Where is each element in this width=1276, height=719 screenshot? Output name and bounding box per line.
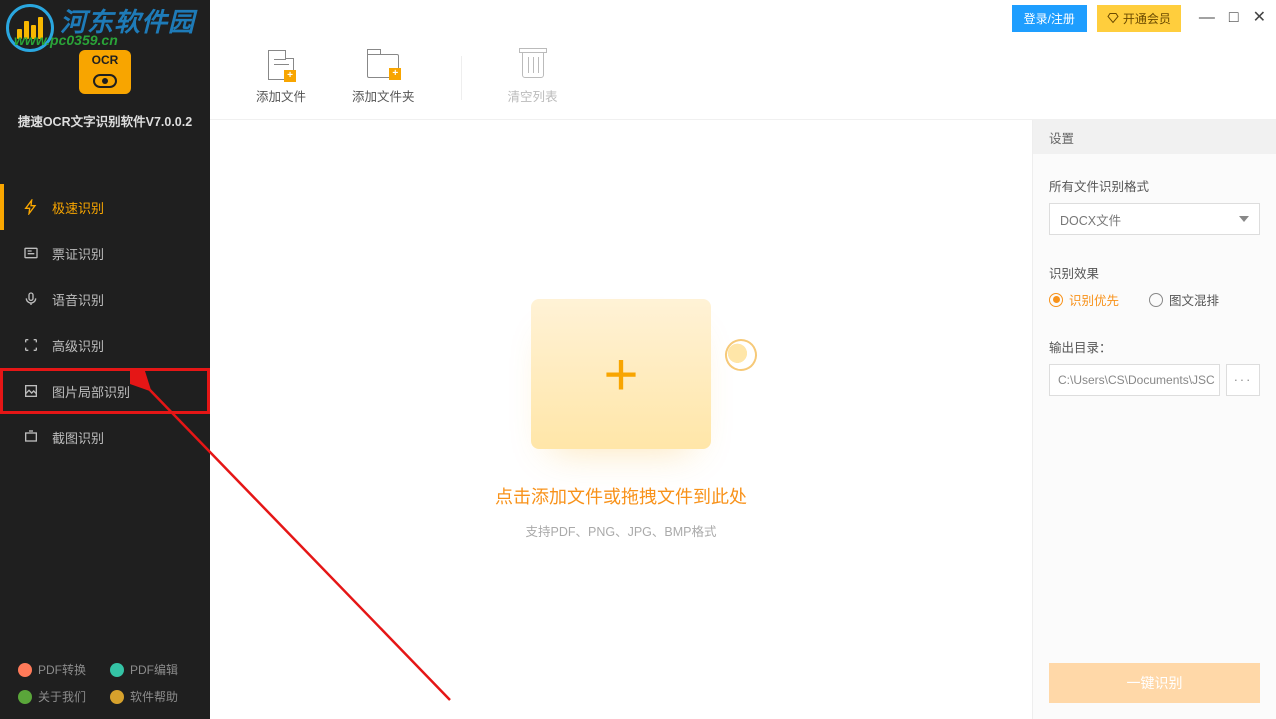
radio-mixed-layout[interactable]: 图文混排 [1149,290,1219,309]
sidebar-item-label: 票证识别 [52,244,104,263]
mic-icon [22,290,40,308]
clear-list-button[interactable]: 清空列表 [508,50,558,105]
watermark-url: www.pc0359.cn [14,32,118,48]
scan-icon [22,336,40,354]
add-folder-icon: + [366,50,400,80]
format-value: DOCX文件 [1060,210,1121,229]
format-select[interactable]: DOCX文件 [1049,203,1260,235]
minimize-button[interactable]: — [1199,10,1215,26]
sidebar-nav: 极速识别 票证识别 语音识别 高级识别 图片局部识别 [0,184,210,460]
app-version: 捷速OCR文字识别软件V7.0.0.2 [0,111,210,130]
diamond-icon [1107,12,1119,24]
sidebar-footer: PDF转换 PDF编辑 关于我们 软件帮助 [0,651,210,705]
sidebar-item-image-region-ocr[interactable]: 图片局部识别 [0,368,210,414]
image-crop-icon [22,382,40,400]
output-label: 输出目录： [1049,337,1260,356]
link-pdf-edit[interactable]: PDF编辑 [110,661,178,678]
settings-header: 设置 [1033,120,1276,154]
sidebar-item-label: 截图识别 [52,428,104,447]
sidebar-item-label: 极速识别 [52,198,104,217]
drop-subtitle: 支持PDF、PNG、JPG、BMP格式 [526,521,717,540]
screenshot-icon [22,428,40,446]
link-about[interactable]: 关于我们 [18,688,86,705]
sidebar-item-advanced-ocr[interactable]: 高级识别 [0,322,210,368]
sidebar-item-screenshot-ocr[interactable]: 截图识别 [0,414,210,460]
link-help[interactable]: 软件帮助 [110,688,178,705]
sidebar-item-label: 高级识别 [52,336,104,355]
plus-icon: + [603,340,638,409]
format-label: 所有文件识别格式 [1049,176,1260,195]
trash-icon [516,50,550,80]
toolbar-separator [461,56,462,100]
settings-panel: 设置 所有文件识别格式 DOCX文件 识别效果 识别优先 图文混排 输出目录： [1032,120,1276,719]
radio-recognition-priority[interactable]: 识别优先 [1049,290,1119,309]
run-ocr-button[interactable]: 一键识别 [1049,663,1260,703]
sidebar-item-label: 语音识别 [52,290,104,309]
drop-area[interactable]: + 点击添加文件或拖拽文件到此处 支持PDF、PNG、JPG、BMP格式 [210,120,1032,719]
sidebar: 捷速OCR文字识别软件V7.0.0.2 极速识别 票证识别 语音识别 高级识别 [0,0,210,719]
add-file-button[interactable]: + 添加文件 [256,50,306,105]
sidebar-item-ticket-ocr[interactable]: 票证识别 [0,230,210,276]
browse-button[interactable]: ··· [1226,364,1260,396]
drop-card: + [531,299,711,449]
sidebar-item-voice-ocr[interactable]: 语音识别 [0,276,210,322]
login-button[interactable]: 登录/注册 [1012,5,1087,32]
drop-title: 点击添加文件或拖拽文件到此处 [495,483,747,509]
link-pdf-convert[interactable]: PDF转换 [18,661,86,678]
toolbar: + 添加文件 + 添加文件夹 清空列表 [210,36,1276,120]
maximize-button[interactable]: □ [1229,10,1239,26]
watermark-overlay: 河东软件园 www.pc0359.cn [0,0,210,60]
add-file-icon: + [264,50,298,80]
titlebar: 登录/注册 开通会员 — □ ✕ [210,0,1276,36]
bolt-icon [22,198,40,216]
sidebar-item-fast-ocr[interactable]: 极速识别 [0,184,210,230]
sidebar-item-label: 图片局部识别 [52,382,130,401]
add-folder-button[interactable]: + 添加文件夹 [352,50,415,105]
chevron-down-icon [1239,216,1249,222]
ticket-icon [22,244,40,262]
effect-label: 识别效果 [1049,263,1260,282]
main-area: 登录/注册 开通会员 — □ ✕ + 添加文件 + 添加文件夹 清空列表 + [210,0,1276,719]
output-path-input[interactable]: C:\Users\CS\Documents\JSC [1049,364,1220,396]
close-button[interactable]: ✕ [1253,10,1266,26]
vip-button[interactable]: 开通会员 [1097,5,1181,32]
